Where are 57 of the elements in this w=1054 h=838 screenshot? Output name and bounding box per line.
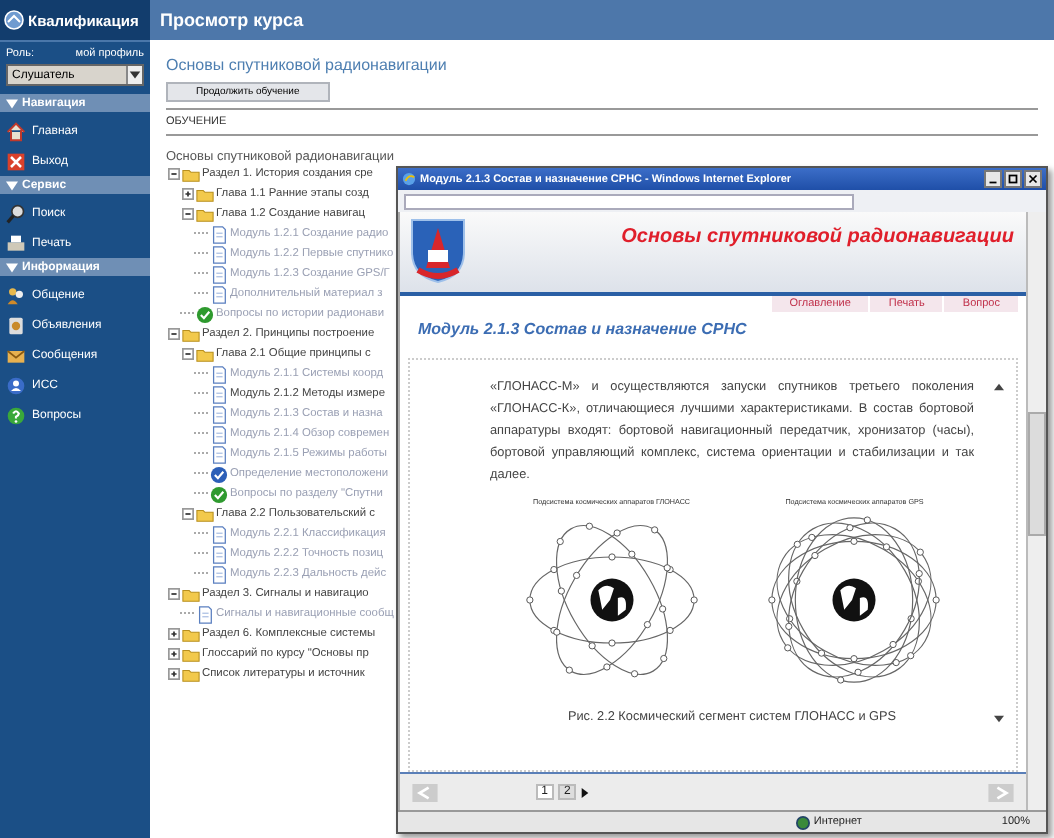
scroll-thumb[interactable] bbox=[1028, 412, 1046, 536]
document-icon bbox=[210, 245, 228, 263]
course-title: Основы спутниковой радионавигации bbox=[166, 56, 447, 74]
document-icon bbox=[210, 545, 228, 563]
people-icon bbox=[6, 285, 26, 305]
triangle-icon bbox=[6, 261, 18, 273]
document-icon bbox=[210, 365, 228, 383]
triangle-icon bbox=[6, 179, 18, 191]
globe-icon bbox=[795, 815, 810, 829]
close-icon[interactable] bbox=[1024, 170, 1042, 188]
minus-icon[interactable] bbox=[166, 328, 180, 340]
printer-icon bbox=[6, 233, 26, 253]
course-title: Основы спутниковой радионавигации bbox=[621, 226, 1014, 248]
house-icon bbox=[6, 121, 26, 141]
document-icon bbox=[210, 565, 228, 583]
document-icon bbox=[210, 405, 228, 423]
dropdown-arrow-icon bbox=[126, 66, 142, 84]
module-title: Модуль 2.1.3 Состав и назначение СРНС bbox=[416, 318, 749, 342]
minus-icon[interactable] bbox=[166, 168, 180, 180]
address-field[interactable] bbox=[404, 193, 854, 209]
document-icon bbox=[210, 265, 228, 283]
envelope-icon bbox=[6, 345, 26, 365]
minus-icon[interactable] bbox=[180, 508, 194, 520]
person-icon bbox=[6, 375, 26, 395]
document-icon bbox=[210, 225, 228, 243]
page-title: Просмотр курса bbox=[150, 0, 1054, 40]
document-icon bbox=[210, 285, 228, 303]
document-icon bbox=[210, 385, 228, 403]
search-icon bbox=[6, 203, 26, 223]
plus-icon[interactable] bbox=[166, 668, 180, 680]
scroll-up-icon bbox=[994, 382, 1004, 392]
triangle-icon bbox=[6, 97, 18, 109]
document-icon bbox=[196, 605, 214, 623]
plus-icon[interactable] bbox=[180, 188, 194, 200]
next-arrow-icon bbox=[580, 787, 591, 797]
minimize-icon[interactable] bbox=[984, 170, 1002, 188]
shield-icon bbox=[408, 216, 468, 284]
document-icon bbox=[210, 525, 228, 543]
folder-icon bbox=[196, 505, 214, 523]
folder-icon bbox=[182, 585, 200, 603]
plus-icon[interactable] bbox=[166, 648, 180, 660]
maximize-icon[interactable] bbox=[1004, 170, 1022, 188]
document-icon bbox=[210, 425, 228, 443]
minus-icon[interactable] bbox=[180, 208, 194, 220]
check-icon bbox=[196, 305, 214, 323]
minus-icon[interactable] bbox=[166, 588, 180, 600]
scroll-down-icon bbox=[994, 714, 1004, 724]
next-page-icon bbox=[988, 783, 1014, 801]
check-icon bbox=[210, 465, 228, 483]
document-icon bbox=[210, 445, 228, 463]
question-icon bbox=[6, 405, 26, 425]
previous-page-icon bbox=[412, 783, 438, 801]
exit-icon bbox=[6, 151, 26, 171]
emblem-icon bbox=[4, 10, 24, 30]
plus-icon[interactable] bbox=[166, 628, 180, 640]
minus-icon[interactable] bbox=[180, 348, 194, 360]
check-icon bbox=[210, 485, 228, 503]
